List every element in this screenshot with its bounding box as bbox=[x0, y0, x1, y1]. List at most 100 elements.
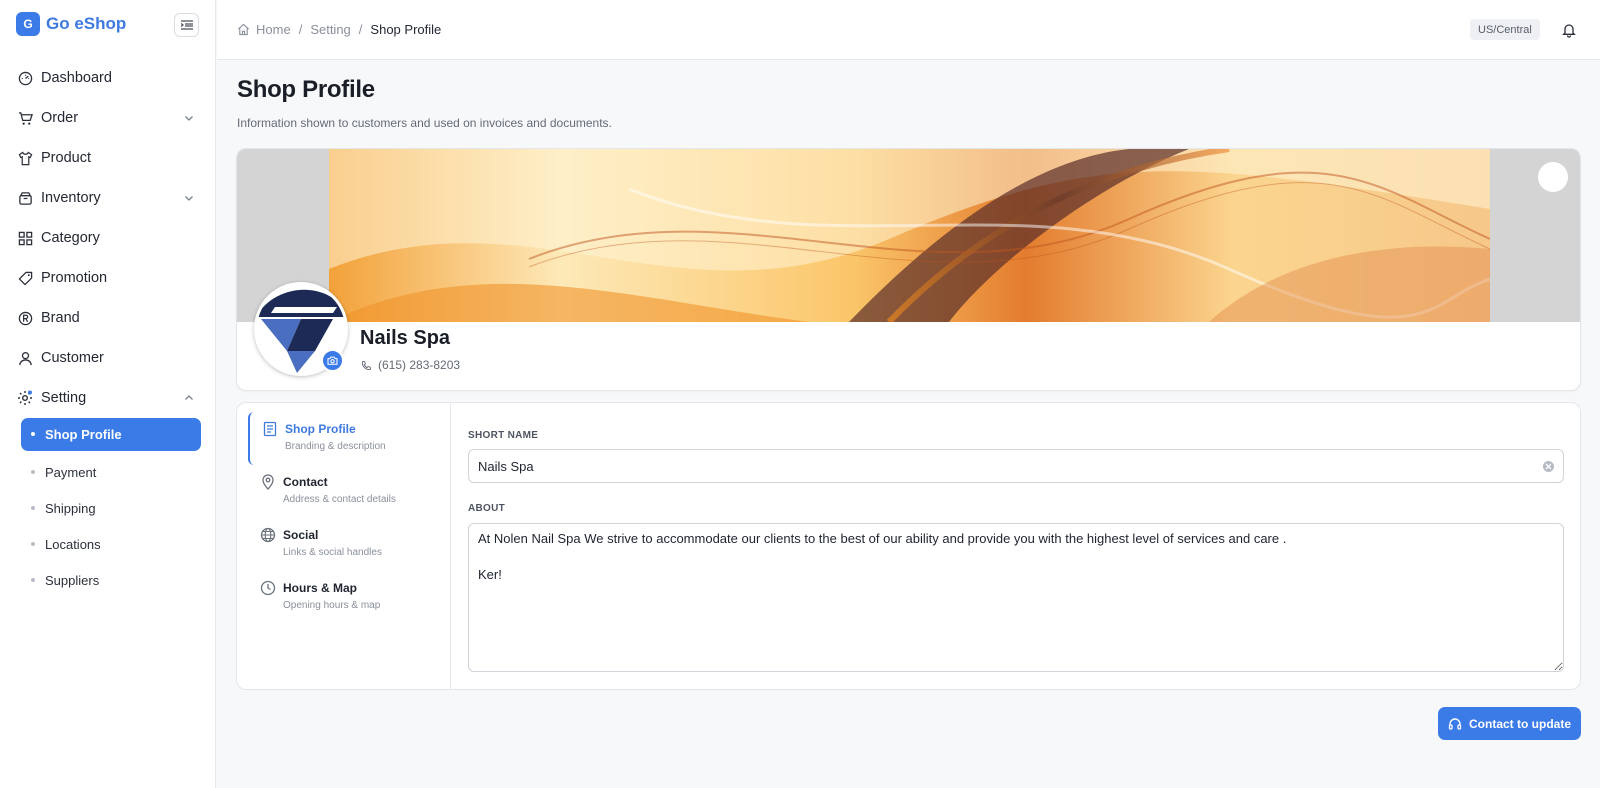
breadcrumb-setting[interactable]: Setting bbox=[310, 22, 350, 37]
menu-collapse-icon bbox=[180, 20, 193, 30]
short-name-input[interactable] bbox=[468, 449, 1564, 483]
sidebar-item-label: Category bbox=[41, 230, 100, 246]
tab-subtitle: Opening hours & map bbox=[283, 600, 381, 611]
tag-icon bbox=[17, 270, 33, 286]
sidebar-item-label: Inventory bbox=[41, 190, 101, 206]
shop-phone-text: (615) 283-8203 bbox=[378, 358, 461, 372]
document-icon bbox=[263, 421, 277, 437]
breadcrumb: Home / Setting / Shop Profile bbox=[237, 22, 441, 37]
tab-title: Social bbox=[283, 528, 319, 542]
contact-button-label: Contact to update bbox=[1469, 716, 1571, 731]
profile-form-card: Shop Profile Branding & description Cont… bbox=[236, 402, 1581, 690]
globe-icon bbox=[260, 527, 276, 543]
topbar: Home / Setting / Shop Profile US/Central bbox=[217, 0, 1600, 60]
cover-image bbox=[237, 149, 1580, 322]
sidebar-item-product[interactable]: Product bbox=[0, 138, 216, 178]
grid-icon bbox=[17, 230, 33, 246]
change-avatar-button[interactable] bbox=[321, 349, 344, 372]
profile-cover-card bbox=[236, 148, 1581, 391]
phone-icon bbox=[361, 360, 372, 370]
bell-icon[interactable] bbox=[1561, 22, 1577, 38]
sidebar-item-order[interactable]: Order bbox=[0, 98, 216, 138]
clear-icon[interactable] bbox=[1543, 461, 1554, 472]
sidebar-item-label: Promotion bbox=[41, 270, 108, 286]
chevron-down-icon bbox=[185, 116, 193, 121]
sidebar-subitem-label: Shipping bbox=[45, 500, 96, 516]
tab-shop-profile[interactable]: Shop Profile Branding & description bbox=[248, 412, 448, 465]
gear-icon bbox=[17, 390, 33, 406]
about-textarea[interactable]: At Nolen Nail Spa We strive to accommoda… bbox=[468, 523, 1564, 672]
change-cover-button[interactable] bbox=[1538, 162, 1568, 192]
sidebar-subitem-label: Shop Profile bbox=[45, 427, 122, 442]
user-icon bbox=[17, 350, 33, 366]
tab-subtitle: Branding & description bbox=[285, 441, 386, 452]
sidebar-subitem-suppliers[interactable]: Suppliers bbox=[0, 562, 216, 598]
sidebar-subitem-payment[interactable]: Payment bbox=[0, 454, 216, 490]
breadcrumb-separator: / bbox=[298, 22, 303, 37]
bullet-icon bbox=[31, 470, 35, 474]
sidebar-nav: Dashboard Order Product Inventory Catego… bbox=[0, 58, 216, 598]
collapse-sidebar-button[interactable] bbox=[174, 13, 199, 37]
setting-submenu: Shop Profile Payment Shipping Locations … bbox=[0, 418, 216, 598]
tab-subtitle: Address & contact details bbox=[283, 494, 396, 505]
sidebar-subitem-label: Locations bbox=[45, 536, 101, 552]
sidebar-subitem-locations[interactable]: Locations bbox=[0, 526, 216, 562]
page-subtitle: Information shown to customers and used … bbox=[237, 116, 612, 130]
tab-title: Hours & Map bbox=[283, 581, 358, 595]
tab-title: Shop Profile bbox=[285, 422, 356, 436]
bullet-icon bbox=[31, 506, 35, 510]
box-icon bbox=[17, 190, 33, 206]
tab-title: Contact bbox=[283, 475, 328, 489]
tab-contact[interactable]: Contact Address & contact details bbox=[248, 465, 448, 518]
sidebar-item-category[interactable]: Category bbox=[0, 218, 216, 258]
sidebar-item-brand[interactable]: Brand bbox=[0, 298, 216, 338]
bullet-icon bbox=[31, 578, 35, 582]
bullet-icon bbox=[31, 542, 35, 546]
short-name-label: SHORT NAME bbox=[468, 430, 539, 441]
map-pin-icon bbox=[262, 474, 274, 490]
shirt-icon bbox=[17, 150, 33, 166]
brand-logo: G bbox=[16, 12, 40, 36]
profile-tabs: Shop Profile Branding & description Cont… bbox=[237, 403, 451, 689]
tab-subtitle: Links & social handles bbox=[283, 547, 382, 558]
sidebar-subitem-shipping[interactable]: Shipping bbox=[0, 490, 216, 526]
gauge-icon bbox=[17, 70, 33, 86]
sidebar-item-label: Brand bbox=[41, 310, 80, 326]
sidebar-item-label: Product bbox=[41, 150, 91, 166]
timezone-badge[interactable]: US/Central bbox=[1470, 19, 1540, 40]
bullet-icon bbox=[31, 432, 35, 436]
headset-icon bbox=[1448, 717, 1462, 730]
home-icon[interactable] bbox=[237, 23, 250, 36]
sidebar-item-inventory[interactable]: Inventory bbox=[0, 178, 216, 218]
camera-icon bbox=[327, 356, 338, 365]
sidebar-item-promotion[interactable]: Promotion bbox=[0, 258, 216, 298]
sidebar-item-setting[interactable]: Setting bbox=[0, 378, 216, 418]
sidebar-item-customer[interactable]: Customer bbox=[0, 338, 216, 378]
breadcrumb-separator: / bbox=[358, 22, 363, 37]
contact-to-update-button[interactable]: Contact to update bbox=[1438, 707, 1581, 740]
sidebar: G Go eShop Dashboard Order Product Inven… bbox=[0, 0, 216, 788]
tab-hours-map[interactable]: Hours & Map Opening hours & map bbox=[248, 571, 448, 624]
about-label: ABOUT bbox=[468, 503, 506, 514]
chevron-up-icon bbox=[185, 395, 193, 400]
cart-icon bbox=[17, 110, 33, 126]
sidebar-item-label: Dashboard bbox=[41, 70, 112, 86]
breadcrumb-current: Shop Profile bbox=[370, 22, 442, 37]
sidebar-item-label: Customer bbox=[41, 350, 104, 366]
brand-name: Go eShop bbox=[46, 14, 127, 33]
brand[interactable]: G Go eShop bbox=[16, 12, 126, 36]
sidebar-subitem-label: Payment bbox=[45, 464, 97, 480]
tab-social[interactable]: Social Links & social handles bbox=[248, 518, 448, 571]
registered-icon bbox=[17, 310, 33, 326]
shop-phone: (615) 283-8203 bbox=[361, 358, 460, 372]
shop-name: Nails Spa bbox=[360, 327, 451, 349]
clock-icon bbox=[260, 580, 276, 596]
cover-artwork bbox=[329, 149, 1490, 322]
sidebar-subitem-label: Suppliers bbox=[45, 572, 100, 588]
sidebar-item-dashboard[interactable]: Dashboard bbox=[0, 58, 216, 98]
breadcrumb-home[interactable]: Home bbox=[256, 22, 291, 37]
sidebar-subitem-shop-profile[interactable]: Shop Profile bbox=[21, 418, 201, 451]
sidebar-item-label: Setting bbox=[41, 390, 87, 406]
page-title: Shop Profile bbox=[237, 76, 375, 103]
sidebar-item-label: Order bbox=[41, 110, 79, 126]
